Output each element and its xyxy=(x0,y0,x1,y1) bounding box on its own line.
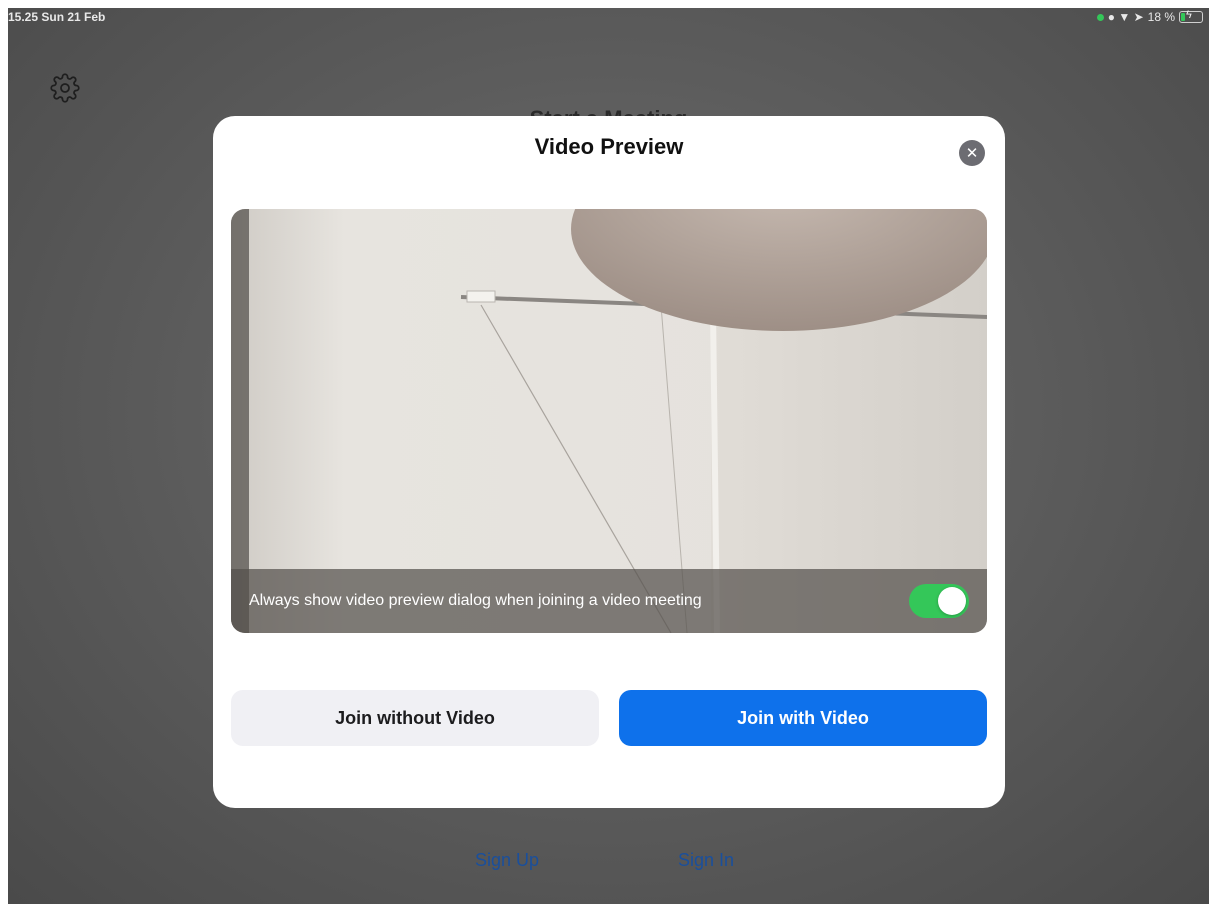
close-button[interactable]: ✕ xyxy=(959,140,985,166)
preview-option-bar: Always show video preview dialog when jo… xyxy=(231,569,987,633)
gear-icon[interactable] xyxy=(50,73,80,103)
battery-icon: ϟ xyxy=(1179,9,1203,23)
battery-percentage: 18 % xyxy=(1147,10,1175,24)
camera-in-use-icon xyxy=(1096,13,1104,21)
app-screen: 15.25 Sun 21 Feb ● ▼ ➤ 18 % ϟ Start a Me… xyxy=(8,8,1209,904)
charging-icon: ϟ xyxy=(1186,9,1192,21)
dialog-title: Video Preview xyxy=(534,134,684,159)
preview-option-label: Always show video preview dialog when jo… xyxy=(249,592,702,609)
battery-level xyxy=(1181,13,1185,21)
status-indicators: ● ▼ ➤ 18 % ϟ xyxy=(1096,9,1203,24)
wifi-location-icons: ● ▼ ➤ xyxy=(1107,10,1144,24)
join-with-video-button[interactable]: Join with Video xyxy=(619,690,987,746)
join-without-video-button[interactable]: Join without Video xyxy=(231,690,599,746)
sign-in-link[interactable]: Sign In xyxy=(678,850,734,871)
close-icon: ✕ xyxy=(965,145,979,162)
video-preview-dialog: Video Preview ✕ Always show video previe… xyxy=(213,116,1005,808)
status-bar: 15.25 Sun 21 Feb ● ▼ ➤ 18 % ϟ xyxy=(8,8,1209,28)
toggle-knob xyxy=(938,587,966,615)
camera-preview: Always show video preview dialog when jo… xyxy=(231,209,987,633)
sign-up-link[interactable]: Sign Up xyxy=(475,850,539,871)
always-show-preview-toggle[interactable] xyxy=(909,584,969,618)
status-time: 15.25 Sun 21 Feb xyxy=(8,10,106,24)
